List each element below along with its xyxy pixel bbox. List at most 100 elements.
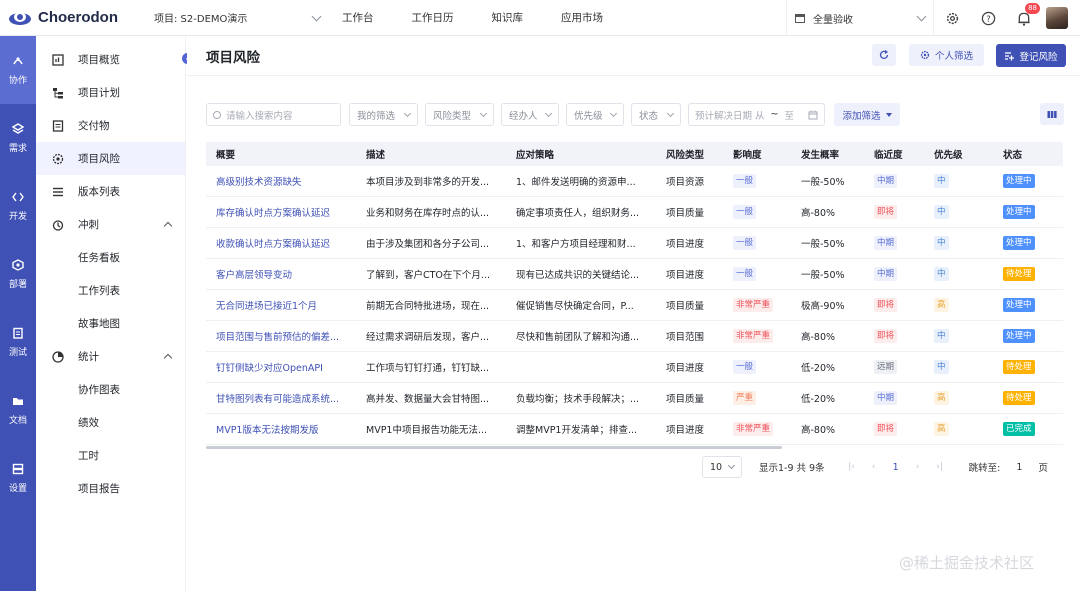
prev-page-button[interactable]: ‹	[863, 456, 885, 478]
rail-item-label: 需求	[8, 143, 27, 154]
sidebar-item-task-board[interactable]: 任务看板	[36, 241, 185, 274]
my-filter-select[interactable]: 我的筛选	[349, 103, 418, 126]
refresh-button[interactable]	[872, 44, 896, 66]
create-risk-button[interactable]: 登记风险	[996, 44, 1066, 67]
column-header[interactable]: 状态	[993, 147, 1063, 161]
project-select[interactable]: 项目: S2-DEMO演示	[148, 6, 326, 30]
statistics-icon	[52, 350, 64, 363]
nav-workbench[interactable]: 工作台	[342, 10, 374, 25]
date-range-picker[interactable]: 预计解决日期 从 ~ 至	[688, 103, 825, 126]
jump-input[interactable]: 1	[1016, 462, 1022, 473]
sidebar-item-risk[interactable]: 项目风险	[36, 142, 185, 175]
table-cell[interactable]: 项目范围与售前预估的偏差...	[206, 329, 356, 343]
add-filter-button[interactable]: 添加筛选	[834, 103, 900, 126]
rail-item-deploy[interactable]: 部署	[0, 240, 36, 308]
table-row[interactable]: 钉钉侧缺少对应OpenAPI 工作项与钉钉打通，钉钉缺... 项目进度 一般 低-20%…	[206, 352, 1063, 383]
sidebar-item-performance[interactable]: 绩效	[36, 406, 185, 439]
nav-knowledge[interactable]: 知识库	[492, 10, 524, 25]
status-select[interactable]: 状态	[631, 103, 681, 126]
page-unit-label: 页	[1038, 463, 1048, 474]
rail-item-test[interactable]: 测试	[0, 308, 36, 376]
column-header[interactable]: 临近度	[864, 147, 924, 161]
table-cell[interactable]: 库存确认时点方案确认延迟	[206, 205, 356, 219]
table-cell[interactable]: MVP1版本无法按期发版	[206, 422, 356, 436]
column-header[interactable]: 风险类型	[656, 147, 723, 161]
nav-market[interactable]: 应用市场	[561, 10, 603, 25]
sprint-icon	[52, 219, 64, 231]
column-header[interactable]: 应对策略	[506, 147, 656, 161]
table-row[interactable]: MVP1版本无法按期发版 MVP1中项目报告功能无法... 调整MVP1开发清单；排…	[206, 414, 1063, 445]
sidebar-item-versions[interactable]: 版本列表	[36, 175, 185, 208]
sidebar-item-work-hours[interactable]: 工时	[36, 439, 185, 472]
sidebar-item-plan[interactable]: 项目计划	[36, 76, 185, 109]
sidebar-item-overview[interactable]: 项目概览	[36, 43, 185, 76]
column-settings-button[interactable]	[1040, 103, 1064, 125]
sidebar-item-work-list[interactable]: 工作列表	[36, 274, 185, 307]
personal-filter-label: 个人筛选	[934, 51, 973, 62]
table-cell[interactable]: 甘特图列表有可能造成系统...	[206, 391, 356, 405]
project-select-value: 项目: S2-DEMO演示	[154, 14, 248, 25]
brand[interactable]: Choerodon	[0, 9, 140, 27]
personal-filter-button[interactable]: 个人筛选	[909, 44, 984, 66]
chevron-up-icon[interactable]	[163, 221, 173, 231]
table-cell: 中	[924, 174, 993, 188]
user-avatar[interactable]	[1046, 7, 1068, 29]
column-header[interactable]: 发生概率	[791, 147, 864, 161]
table-cell: 一般	[723, 360, 791, 374]
column-header[interactable]: 影响度	[723, 147, 791, 161]
module-rail: 协作 需求 开发 部署 测试 文档 设置	[0, 36, 36, 591]
table-cell[interactable]: 客户高层领导变动	[206, 267, 356, 281]
column-header[interactable]: 概要	[206, 147, 356, 161]
sidebar-item-deliverable[interactable]: 交付物	[36, 109, 185, 142]
table-row[interactable]: 甘特图列表有可能造成系统... 高并发、数据量大会甘特图... 负载均衡；技术手段解…	[206, 383, 1063, 414]
proximity-tag: 中期	[874, 236, 898, 250]
deliverable-icon	[52, 119, 64, 132]
page-number[interactable]: 1	[885, 456, 907, 478]
impact-tag: 一般	[733, 205, 757, 219]
sidebar-item-statistics[interactable]: 统计	[36, 340, 185, 373]
column-header[interactable]: 优先级	[924, 147, 993, 161]
table-row[interactable]: 高级别技术资源缺失 本项目涉及到非常多的开发... 1、邮件发送明确的资源申... 项…	[206, 166, 1063, 197]
table-cell[interactable]: 高级别技术资源缺失	[206, 174, 356, 188]
table-cell[interactable]: 钉钉侧缺少对应OpenAPI	[206, 360, 356, 374]
risk-type-select[interactable]: 风险类型	[425, 103, 494, 126]
proximity-tag: 即将	[874, 422, 898, 436]
table-cell[interactable]: 收款确认时点方案确认延迟	[206, 236, 356, 250]
add-list-icon	[1005, 51, 1015, 60]
rail-item-document[interactable]: 文档	[0, 376, 36, 444]
nav-calendar[interactable]: 工作日历	[412, 10, 454, 25]
horizontal-scrollbar[interactable]	[206, 446, 782, 449]
first-page-button[interactable]: |‹	[841, 456, 863, 478]
impact-tag: 非常严重	[733, 298, 774, 312]
sidebar-item-story-map[interactable]: 故事地图	[36, 307, 185, 340]
requirement-icon	[12, 122, 24, 135]
rail-item-cooperate[interactable]: 协作	[0, 36, 36, 104]
sidebar-item-collab-chart[interactable]: 协作图表	[36, 373, 185, 406]
table-cell[interactable]: 无合同进场已接近1个月	[206, 298, 356, 312]
priority-select[interactable]: 优先级	[566, 103, 624, 126]
table-cell: 一般-50%	[801, 239, 845, 250]
gear-icon	[946, 12, 958, 24]
table-row[interactable]: 库存确认时点方案确认延迟 业务和财务在库存时点的认... 确定事项责任人，组织财务.…	[206, 197, 1063, 228]
last-page-button[interactable]: ›|	[929, 456, 951, 478]
table-row[interactable]: 项目范围与售前预估的偏差... 经过需求调研后发现，客户... 尽快和售前团队了解和…	[206, 321, 1063, 352]
rail-item-settings[interactable]: 设置	[0, 444, 36, 512]
scope-select[interactable]: 全量验收	[786, 0, 934, 36]
rail-item-requirement[interactable]: 需求	[0, 104, 36, 172]
help-button[interactable]: ?	[970, 0, 1006, 36]
rail-item-develop[interactable]: 开发	[0, 172, 36, 240]
search-input[interactable]: 请输入搜索内容	[206, 103, 341, 126]
table-row[interactable]: 收款确认时点方案确认延迟 由于涉及集团和各分子公司... 1、和客户方项目经理和财.…	[206, 228, 1063, 259]
sidebar-item-project-report[interactable]: 项目报告	[36, 472, 185, 505]
settings-button[interactable]	[934, 0, 970, 36]
notification-button[interactable]: 88	[1006, 0, 1042, 36]
chevron-up-icon[interactable]	[163, 353, 173, 363]
sidebar-item-sprint[interactable]: 冲刺	[36, 208, 185, 241]
table-cell: 极高-90%	[801, 301, 845, 312]
table-row[interactable]: 无合同进场已接近1个月 前期无合同特批进场，现在... 催促销售尽快确定合同，P..…	[206, 290, 1063, 321]
handler-select[interactable]: 经办人	[501, 103, 559, 126]
page-size-select[interactable]: 10	[702, 456, 742, 478]
next-page-button[interactable]: ›	[907, 456, 929, 478]
table-row[interactable]: 客户高层领导变动 了解到，客户CTO在下个月... 现有已达成共识的关键结论... 项…	[206, 259, 1063, 290]
column-header[interactable]: 描述	[356, 147, 506, 161]
